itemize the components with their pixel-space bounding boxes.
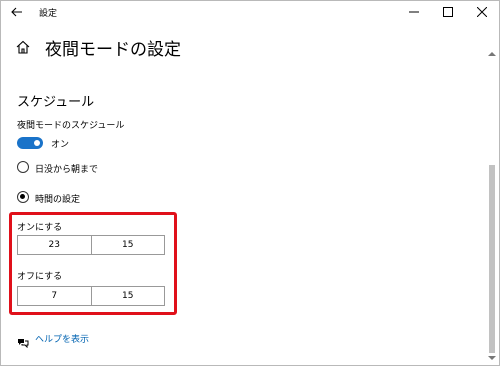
back-arrow-icon[interactable] xyxy=(9,4,25,20)
scroll-up-icon[interactable] xyxy=(487,49,497,59)
minimize-button[interactable] xyxy=(391,1,437,23)
scroll-thumb[interactable] xyxy=(489,165,495,353)
radio-set-hours-label: 時間の設定 xyxy=(35,195,81,205)
turn-on-hour[interactable]: 23 xyxy=(18,236,91,254)
turn-on-label: オンにする xyxy=(17,223,63,233)
turn-off-hour[interactable]: 7 xyxy=(18,287,91,305)
schedule-label: 夜間モードのスケジュール xyxy=(17,121,125,131)
radio-sunset-to-sunrise[interactable] xyxy=(17,161,29,173)
radio-sunset-to-sunrise-label: 日没から朝まで xyxy=(35,165,99,175)
settings-window: 設定 夜間モードの設定 スケジュール 夜間モードのスケジュール オン 日没から朝… xyxy=(0,0,500,366)
page-title: 夜間モードの設定 xyxy=(45,40,181,60)
turn-on-minute[interactable]: 15 xyxy=(90,236,165,254)
help-link[interactable]: ヘルプを表示 xyxy=(35,332,89,345)
maximize-button[interactable] xyxy=(433,1,463,23)
turn-on-time-picker[interactable]: 23 15 xyxy=(17,235,165,255)
radio-selected-dot xyxy=(20,194,25,199)
close-icon xyxy=(477,7,487,17)
scroll-down-icon[interactable] xyxy=(487,353,497,363)
home-icon[interactable] xyxy=(15,39,31,55)
window-title: 設定 xyxy=(39,9,58,19)
help-chat-icon[interactable] xyxy=(17,333,29,349)
vertical-scrollbar[interactable] xyxy=(487,49,497,363)
radio-set-hours[interactable] xyxy=(17,191,29,203)
maximize-icon xyxy=(443,7,453,17)
minimize-icon xyxy=(409,11,419,13)
toggle-knob xyxy=(34,140,40,146)
turn-off-time-picker[interactable]: 7 15 xyxy=(17,286,165,306)
turn-off-minute[interactable]: 15 xyxy=(90,287,165,305)
turn-off-label: オフにする xyxy=(17,272,63,282)
section-title: スケジュール xyxy=(17,95,95,110)
close-button[interactable] xyxy=(467,1,497,23)
title-bar: 設定 xyxy=(1,1,499,23)
schedule-toggle[interactable] xyxy=(17,137,43,149)
toggle-state-text: オン xyxy=(51,140,70,150)
